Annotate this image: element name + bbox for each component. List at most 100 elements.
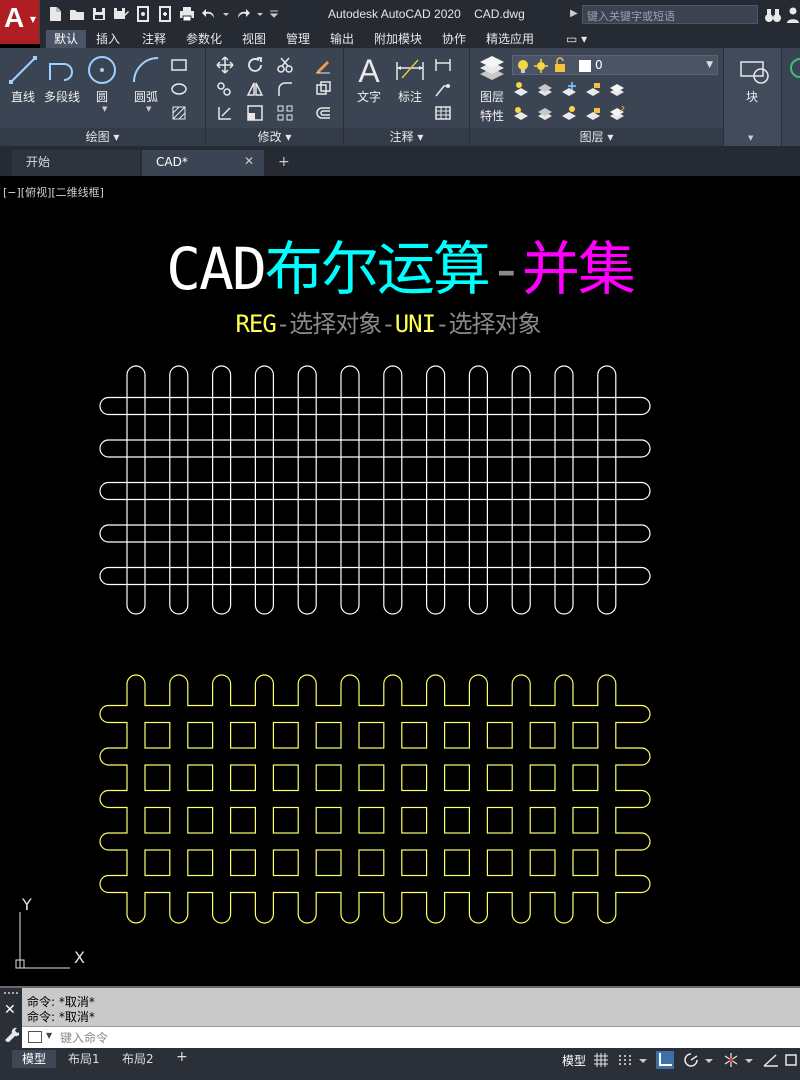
annotation-panel-label[interactable]: 注释 ▾	[344, 128, 469, 146]
polyline-tool[interactable]: 多段线	[42, 54, 82, 105]
linear-dimension-icon[interactable]	[434, 56, 454, 74]
layer-on-icon[interactable]	[512, 104, 532, 122]
draw-panel-label[interactable]: 绘图 ▾	[0, 128, 205, 146]
ribbon-overflow[interactable]	[782, 48, 800, 146]
polar-tracking-icon[interactable]	[682, 1051, 700, 1069]
tab-collaborate[interactable]: 协作	[434, 30, 474, 48]
arc-tool[interactable]: 圆弧 ▼	[126, 54, 166, 113]
layer-dropdown[interactable]: 0 ▼	[512, 55, 718, 75]
customize-toolbar-icon[interactable]	[268, 5, 280, 23]
command-line-grip[interactable]: ✕	[0, 988, 22, 1050]
tab-addins[interactable]: 附加模块	[366, 30, 430, 48]
add-tab-icon[interactable]: +	[278, 154, 290, 170]
layer-thaw-icon[interactable]	[560, 104, 580, 122]
chevron-down-icon[interactable]: ▼	[706, 60, 713, 70]
tab-output[interactable]: 输出	[322, 30, 362, 48]
close-icon[interactable]: ✕	[244, 154, 254, 168]
layer-freeze-icon[interactable]	[560, 80, 580, 98]
open-folder-icon[interactable]	[68, 5, 86, 23]
layer-off-icon[interactable]	[512, 80, 532, 98]
new-file-icon[interactable]	[46, 5, 64, 23]
chevron-down-icon[interactable]	[704, 1051, 714, 1069]
binoculars-icon[interactable]	[764, 6, 782, 24]
layer-lock-icon[interactable]	[584, 80, 604, 98]
layer-properties-tool[interactable]: 图层 特性	[472, 54, 512, 124]
web-mobile-open-icon[interactable]	[134, 5, 152, 23]
circle-tool[interactable]: 圆 ▼	[84, 54, 120, 113]
undo-icon[interactable]	[200, 5, 218, 23]
copy-icon[interactable]	[216, 80, 236, 98]
text-tool[interactable]: A 文字	[352, 54, 386, 105]
object-snap-icon[interactable]	[784, 1051, 798, 1069]
chevron-down-icon[interactable]	[638, 1051, 648, 1069]
table-icon[interactable]	[434, 104, 454, 122]
chevron-down-icon[interactable]: ▼	[46, 1031, 52, 1040]
chevron-down-icon[interactable]: ▼	[748, 134, 753, 142]
command-input[interactable]	[60, 1029, 760, 1047]
chevron-down-icon[interactable]	[256, 5, 264, 23]
layers-panel-label[interactable]: 图层 ▾	[470, 128, 723, 146]
save-as-icon[interactable]	[112, 5, 130, 23]
object-snap-tracking-icon[interactable]	[762, 1051, 780, 1069]
stretch-icon[interactable]	[216, 104, 236, 122]
tab-manage[interactable]: 管理	[278, 30, 318, 48]
snap-mode-icon[interactable]	[616, 1051, 634, 1069]
tab-layout1[interactable]: 布局1	[58, 1050, 110, 1068]
chevron-right-icon[interactable]: ▶	[570, 8, 578, 19]
tab-home[interactable]: 默认	[46, 30, 87, 48]
close-icon[interactable]: ✕	[4, 1002, 16, 1018]
chevron-down-icon[interactable]: ▼	[146, 105, 151, 113]
tab-featured-apps[interactable]: 精选应用	[478, 30, 542, 48]
chevron-down-icon[interactable]	[744, 1051, 754, 1069]
make-current-layer-icon[interactable]	[608, 104, 628, 122]
leader-icon[interactable]	[434, 80, 454, 98]
tab-annotate[interactable]: 注释	[134, 30, 174, 48]
add-layout-icon[interactable]: +	[176, 1049, 188, 1065]
layer-isolate-icon[interactable]	[536, 80, 556, 98]
grid-display-icon[interactable]	[592, 1051, 610, 1069]
application-menu-button[interactable]: A ▼	[0, 0, 40, 44]
polyline-icon	[49, 63, 73, 81]
line-tool[interactable]: 直线	[6, 54, 40, 105]
tab-layout2[interactable]: 布局2	[112, 1050, 164, 1068]
user-icon[interactable]	[786, 6, 800, 24]
chevron-down-icon[interactable]	[222, 5, 230, 23]
redo-icon[interactable]	[234, 5, 252, 23]
ribbon-display-toggle-icon[interactable]: ▭ ▾	[558, 30, 595, 48]
web-mobile-save-icon[interactable]	[156, 5, 174, 23]
array-icon[interactable]	[276, 104, 296, 122]
layer-match-icon[interactable]	[608, 80, 628, 98]
tab-start[interactable]: 开始	[12, 150, 140, 176]
erase-icon[interactable]	[314, 56, 334, 74]
trim-icon[interactable]	[276, 56, 296, 74]
chevron-down-icon[interactable]: ▼	[102, 105, 107, 113]
tab-model[interactable]: 模型	[12, 1050, 57, 1068]
save-icon[interactable]	[90, 5, 108, 23]
model-space-toggle[interactable]: 模型	[562, 1052, 586, 1069]
rectangle-icon[interactable]	[170, 56, 190, 74]
wrench-icon[interactable]	[3, 1026, 21, 1043]
ortho-mode-icon[interactable]	[656, 1051, 674, 1069]
explode-icon[interactable]	[314, 80, 334, 98]
move-icon[interactable]	[216, 56, 236, 74]
tab-parametric[interactable]: 参数化	[178, 30, 230, 48]
insert-block-tool[interactable]: 块	[732, 56, 772, 105]
modify-panel-label[interactable]: 修改 ▾	[206, 128, 343, 146]
gradient-icon[interactable]	[170, 104, 190, 122]
offset-icon[interactable]	[314, 104, 334, 122]
rotate-icon[interactable]	[246, 56, 266, 74]
fillet-icon[interactable]	[276, 80, 296, 98]
isometric-drafting-icon[interactable]	[722, 1051, 740, 1069]
dimension-tool[interactable]: 标注	[392, 54, 428, 105]
mirror-icon[interactable]	[246, 80, 266, 98]
layer-unlock-icon[interactable]	[584, 104, 604, 122]
scale-icon[interactable]	[246, 104, 266, 122]
drawing-canvas[interactable]: [−][俯视][二维线框] CAD布尔运算-并集 REG-选择对象-UNI-选择…	[0, 176, 800, 986]
tab-view[interactable]: 视图	[234, 30, 274, 48]
layer-unisolate-icon[interactable]	[536, 104, 556, 122]
plot-printer-icon[interactable]	[178, 5, 196, 23]
search-input[interactable]: 键入关键字或短语	[582, 5, 758, 24]
hatch-icon[interactable]	[170, 80, 190, 98]
command-prompt-icon[interactable]	[28, 1031, 42, 1043]
tab-insert[interactable]: 插入	[88, 30, 128, 48]
